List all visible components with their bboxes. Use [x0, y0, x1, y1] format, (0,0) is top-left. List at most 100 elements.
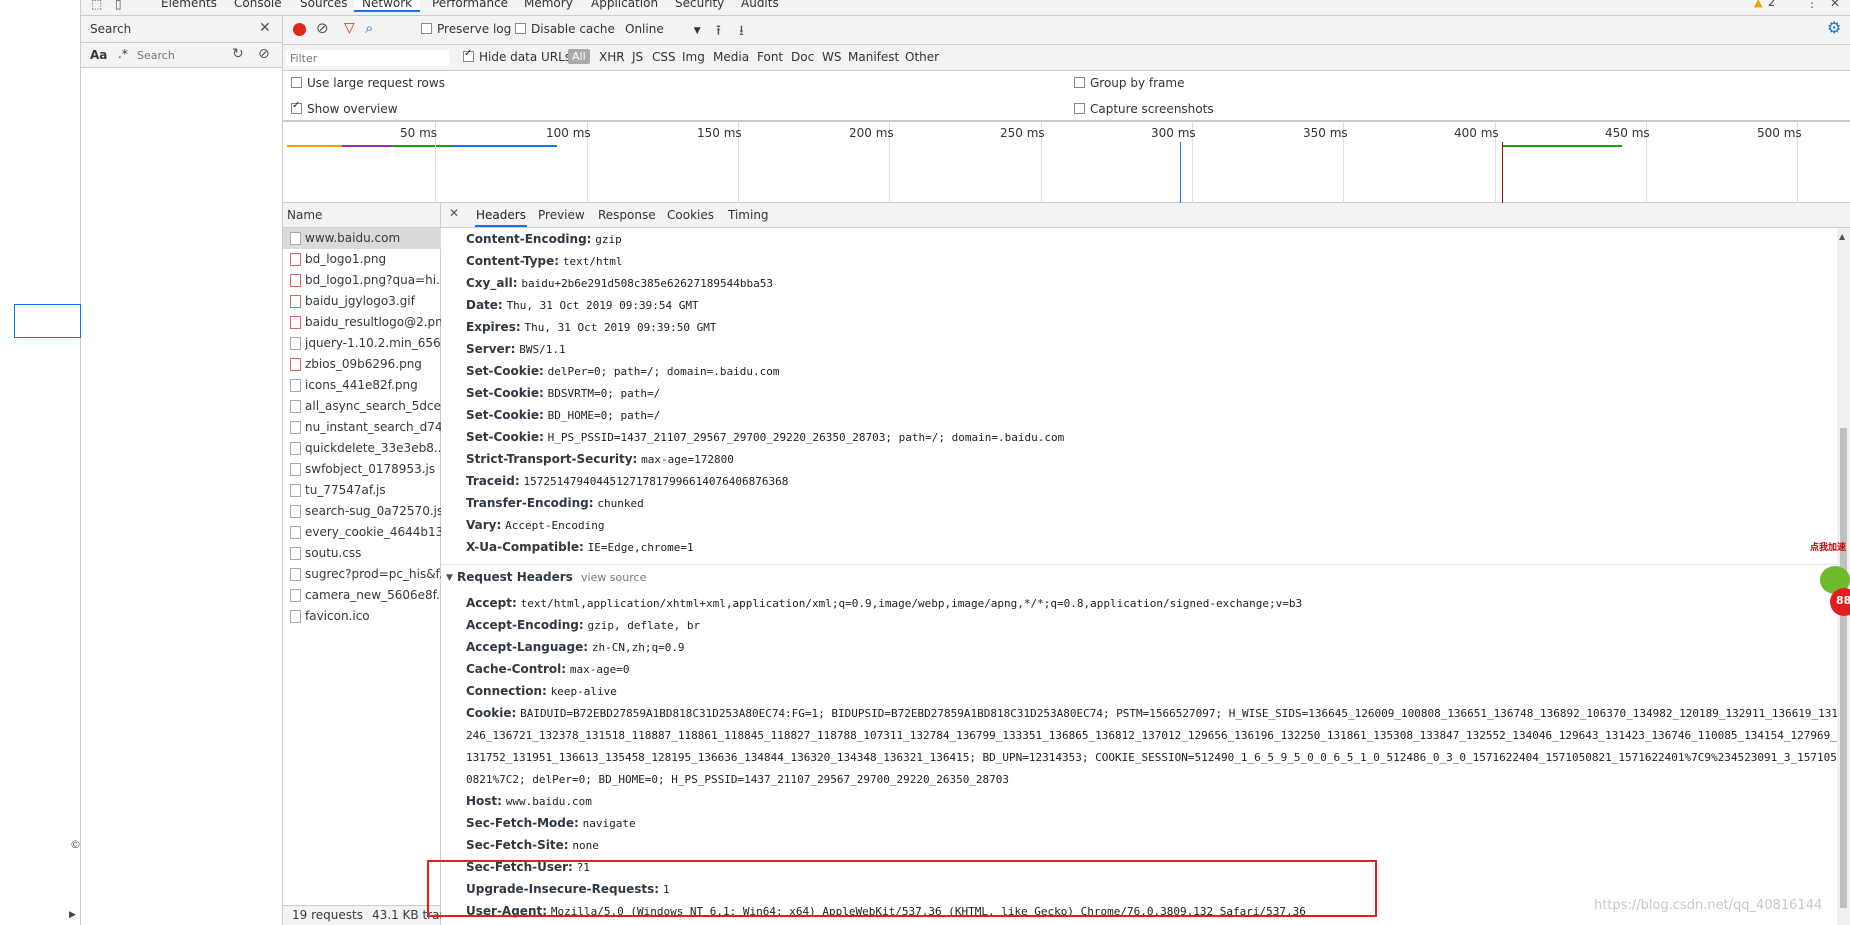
badge-label: 点我加速 [1810, 543, 1847, 553]
scroll-thumb[interactable] [1840, 428, 1847, 908]
tab-memory[interactable]: Memory [524, 0, 573, 10]
request-row[interactable]: camera_new_5606e8f.... [283, 585, 441, 606]
overview-bar-wait [392, 145, 452, 147]
filter-type-doc[interactable]: Doc [791, 50, 814, 64]
filter-type-font[interactable]: Font [757, 50, 783, 64]
request-row[interactable]: nu_instant_search_d74... [283, 417, 441, 438]
tab-performance[interactable]: Performance [432, 0, 508, 10]
overview-bar-connect [342, 145, 392, 147]
throttle-select[interactable]: Online ▼ [625, 22, 701, 36]
header-name: Strict-Transport-Security: [466, 452, 638, 466]
import-har-icon[interactable]: ⭱ [716, 20, 721, 44]
request-row[interactable]: soutu.css [283, 543, 441, 564]
show-overview-checkbox[interactable]: Show overview [291, 100, 398, 116]
filter-input[interactable] [285, 49, 450, 67]
tab-timing[interactable]: Timing [728, 208, 769, 222]
tab-audits[interactable]: Audits [741, 0, 779, 10]
filter-type-xhr[interactable]: XHR [599, 50, 625, 64]
hide-data-urls-checkbox[interactable]: Hide data URLs [463, 48, 571, 64]
filter-type-manifest[interactable]: Manifest [848, 50, 899, 64]
filter-type-css[interactable]: CSS [652, 50, 676, 64]
expand-arrow-icon[interactable]: ▶ [69, 910, 76, 920]
header-line: Accept-Encoding: gzip, deflate, br [466, 618, 700, 632]
header-name: Set-Cookie: [466, 386, 544, 400]
group-by-frame-label: Group by frame [1090, 76, 1185, 90]
filter-type-other[interactable]: Other [905, 50, 939, 64]
group-by-frame-checkbox[interactable]: Group by frame [1074, 76, 1184, 90]
request-row[interactable]: search-sug_0a72570.js [283, 501, 441, 522]
filter-type-media[interactable]: Media [713, 50, 749, 64]
search-icon[interactable]: ⌕ [365, 19, 373, 37]
header-line: Traceid: 1572514794044512717817996614076… [466, 474, 788, 488]
warning-icon[interactable]: ▲ [1754, 0, 1762, 9]
filter-type-js[interactable]: JS [632, 50, 643, 64]
capture-screenshots-checkbox[interactable]: Capture screenshots [1074, 102, 1214, 116]
export-har-icon[interactable]: ⭳ [739, 20, 744, 44]
request-row[interactable]: all_async_search_5dce... [283, 396, 441, 417]
tab-security[interactable]: Security [675, 0, 724, 10]
scroll-up-icon[interactable]: ▲ [1839, 232, 1845, 241]
filter-icon[interactable]: ▽ [344, 20, 355, 36]
filter-type-all[interactable]: All [568, 49, 590, 64]
match-case-button[interactable]: Aa [90, 48, 107, 62]
request-row[interactable]: favicon.ico [283, 606, 441, 627]
request-row[interactable]: sugrec?prod=pc_his&f... [283, 564, 441, 585]
request-count: 19 requests [292, 908, 363, 922]
floating-speed-badge[interactable]: 点我加速 88 [1808, 538, 1850, 618]
tab-response[interactable]: Response [598, 208, 656, 222]
request-row[interactable]: tu_77547af.js [283, 480, 441, 501]
request-row[interactable]: baidu_jgylogo3.gif [283, 291, 441, 312]
clear-log-icon[interactable]: ⊘ [316, 19, 329, 37]
disable-cache-checkbox[interactable]: Disable cache [515, 22, 615, 36]
header-value: text/html,application/xhtml+xml,applicat… [520, 597, 1303, 610]
more-menu-icon[interactable]: ⋮ [1806, 0, 1818, 10]
disable-cache-label: Disable cache [531, 22, 615, 36]
header-line: Vary: Accept-Encoding [466, 518, 604, 532]
device-toolbar-icon[interactable]: ▯ [115, 0, 122, 11]
name-column-header[interactable]: Name [283, 203, 441, 228]
request-row[interactable]: jquery-1.10.2.min_656... [283, 333, 441, 354]
request-row[interactable]: bd_logo1.png [283, 249, 441, 270]
tab-headers[interactable]: Headers [475, 208, 527, 227]
tab-elements[interactable]: Elements [161, 0, 217, 10]
request-row[interactable]: icons_441e82f.png [283, 375, 441, 396]
request-row[interactable]: bd_logo1.png?qua=hi... [283, 270, 441, 291]
close-search-icon[interactable]: ✕ [259, 20, 271, 36]
record-icon[interactable] [293, 23, 306, 36]
request-row[interactable]: quickdelete_33e3eb8.... [283, 438, 441, 459]
tab-console[interactable]: Console [234, 0, 282, 10]
request-name: sugrec?prod=pc_his&f... [305, 567, 441, 581]
tab-sources[interactable]: Sources [300, 0, 347, 10]
request-headers-toggle-icon[interactable]: ▼ [446, 573, 453, 583]
clear-icon[interactable]: ⊘ [258, 46, 270, 62]
gear-icon[interactable]: ⚙ [1827, 18, 1841, 37]
view-source-link[interactable]: view source [581, 571, 646, 584]
regex-button[interactable]: .* [118, 47, 128, 61]
request-row[interactable]: every_cookie_4644b13.js [283, 522, 441, 543]
request-name: icons_441e82f.png [305, 378, 418, 392]
refresh-icon[interactable]: ↻ [232, 46, 244, 62]
request-row[interactable]: www.baidu.com [283, 228, 441, 249]
close-devtools-icon[interactable]: ✕ [1830, 0, 1840, 10]
header-line: Host: www.baidu.com [466, 794, 592, 808]
tab-cookies[interactable]: Cookies [667, 208, 714, 222]
tab-network[interactable]: Network [354, 0, 421, 12]
inspect-icon[interactable]: ⬚ [91, 0, 102, 11]
tab-application[interactable]: Application [591, 0, 658, 10]
request-headers-title[interactable]: Request Headers [457, 570, 573, 584]
request-row[interactable]: swfobject_0178953.js [283, 459, 441, 480]
close-detail-icon[interactable]: ✕ [449, 206, 459, 220]
large-rows-checkbox[interactable]: Use large request rows [291, 76, 445, 90]
header-value: gzip [595, 233, 622, 246]
overview-tick: 350 ms [1303, 126, 1348, 140]
tab-preview[interactable]: Preview [538, 208, 585, 222]
header-value: max-age=172800 [641, 453, 734, 466]
request-row[interactable]: baidu_resultlogo@2.png [283, 312, 441, 333]
search-input[interactable] [133, 46, 225, 64]
document-file-icon [290, 337, 301, 350]
filter-type-ws[interactable]: WS [822, 50, 841, 64]
filter-type-img[interactable]: Img [682, 50, 705, 64]
load-event-marker [1502, 142, 1503, 204]
preserve-log-checkbox[interactable]: Preserve log [421, 22, 511, 36]
request-row[interactable]: zbios_09b6296.png [283, 354, 441, 375]
